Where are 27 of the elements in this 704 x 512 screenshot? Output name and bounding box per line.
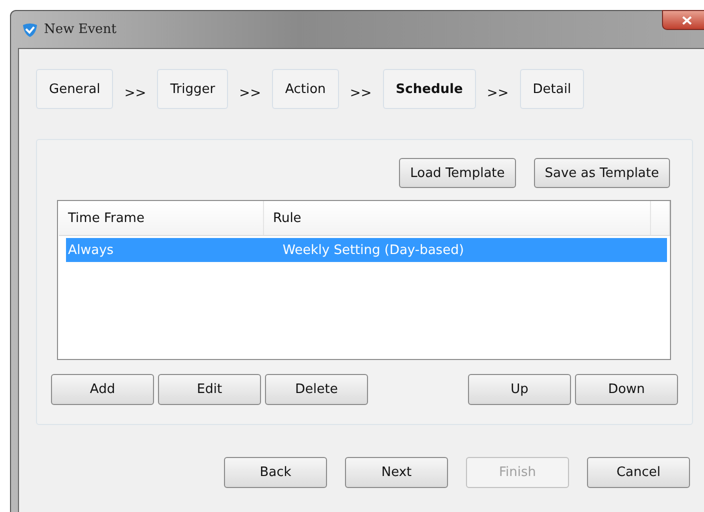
step-separator: >>: [348, 84, 373, 100]
check-shield-icon: [22, 22, 38, 38]
window-title: New Event: [44, 22, 116, 37]
template-button[interactable]: Load Template: [399, 158, 516, 188]
dialog-button[interactable]: Cancel: [587, 457, 690, 488]
column-header[interactable]: Time Frame: [59, 201, 264, 235]
step-separator: >>: [486, 84, 510, 100]
step-tab[interactable]: Schedule: [382, 69, 476, 109]
column-header[interactable]: Rule: [264, 201, 651, 235]
step-tab[interactable]: Trigger: [157, 69, 228, 109]
step-separator: >>: [123, 84, 148, 100]
template-button[interactable]: Save as Template: [534, 158, 670, 188]
dialog-button[interactable]: Next: [345, 457, 448, 488]
close-icon: [682, 16, 692, 24]
step-separator: >>: [238, 84, 262, 100]
dialog-button[interactable]: Back: [224, 457, 327, 488]
table-cell-text: Always: [67, 242, 115, 258]
list-button[interactable]: Edit: [158, 374, 261, 405]
close-button[interactable]: [662, 10, 704, 30]
table-cell-text: Weekly Setting (Day-based): [282, 242, 465, 258]
step-tab[interactable]: General: [36, 69, 114, 109]
list-button[interactable]: Delete: [265, 374, 368, 405]
step-tab[interactable]: Action: [272, 69, 339, 109]
step-tab[interactable]: Detail: [520, 69, 584, 109]
list-button[interactable]: Add: [51, 374, 154, 405]
order-button[interactable]: Down: [575, 374, 678, 405]
order-button[interactable]: Up: [468, 374, 571, 405]
